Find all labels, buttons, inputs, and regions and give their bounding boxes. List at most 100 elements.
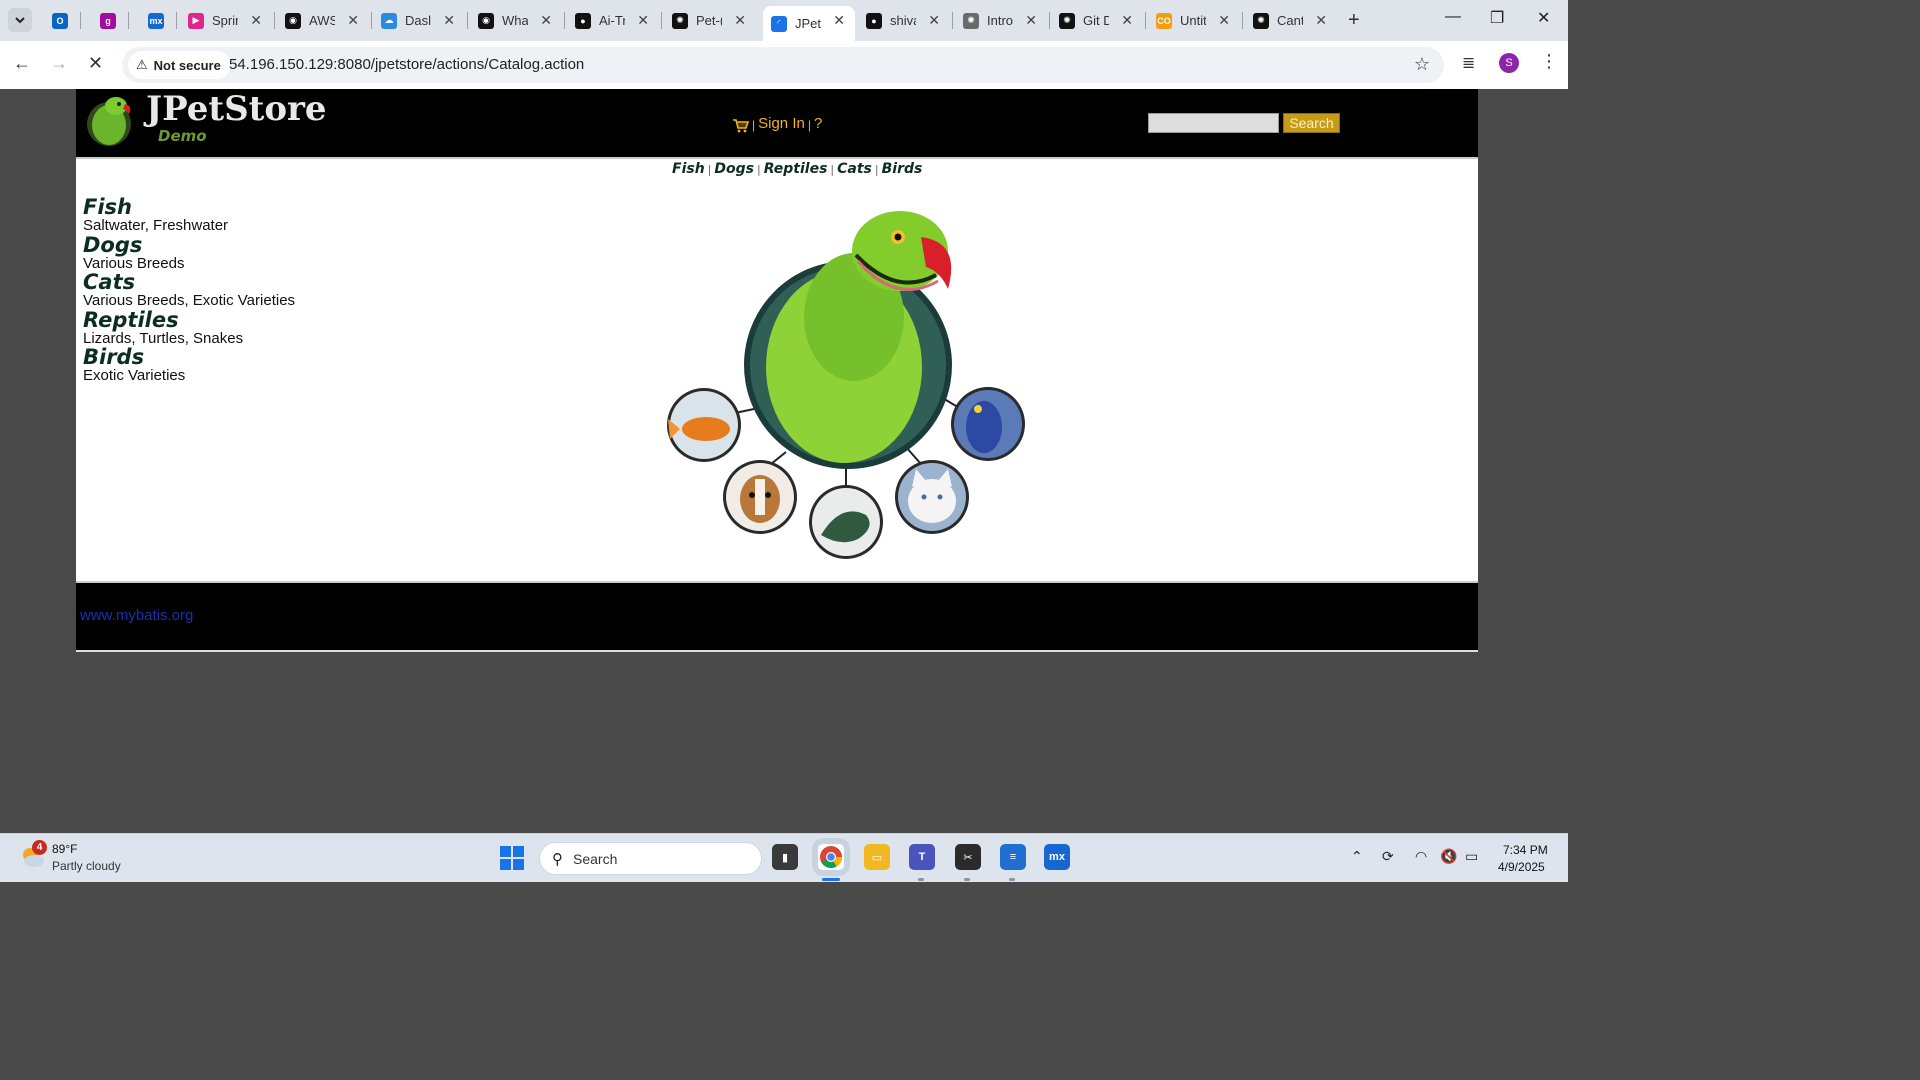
teams-icon[interactable]: T bbox=[909, 844, 935, 870]
forward-arrow-icon[interactable]: → bbox=[50, 53, 68, 74]
browser-tab[interactable]: ◉ AWS ✕ bbox=[277, 6, 369, 35]
menu-separator: | bbox=[752, 118, 756, 132]
close-tab-icon[interactable]: ✕ bbox=[250, 13, 262, 27]
close-tab-icon[interactable]: ✕ bbox=[928, 13, 940, 27]
close-tab-icon[interactable]: ✕ bbox=[833, 13, 845, 27]
bookmark-star-icon[interactable]: ☆ bbox=[1414, 54, 1430, 75]
logo-title[interactable]: JPetStore bbox=[146, 89, 327, 129]
category-sidebar: Fish Saltwater, Freshwater Dogs Various Bre… bbox=[83, 196, 295, 384]
browser-tab[interactable]: ◉ Wha ✕ bbox=[470, 6, 562, 35]
clock-time[interactable]: 7:34 PM bbox=[1503, 843, 1548, 857]
wifi-icon[interactable]: ◠ bbox=[1415, 848, 1427, 865]
shopping-cart-icon[interactable] bbox=[733, 119, 749, 133]
weather-condition[interactable]: Partly cloudy bbox=[52, 859, 121, 873]
close-tab-icon[interactable]: ✕ bbox=[637, 13, 649, 27]
windows-start-icon[interactable] bbox=[500, 846, 524, 870]
battery-icon[interactable]: ▭ bbox=[1465, 848, 1478, 865]
chatgpt-icon: ✺ bbox=[672, 12, 688, 29]
search-input[interactable] bbox=[1148, 113, 1279, 133]
chatgpt-icon: ✺ bbox=[963, 12, 979, 29]
browser-tab[interactable]: ✺ Pet-(✕ bbox=[664, 6, 756, 35]
sync-icon[interactable]: ⟳ bbox=[1382, 848, 1394, 865]
media-queue-icon[interactable]: ≣ bbox=[1462, 53, 1475, 73]
quicklink-dogs[interactable]: Dogs bbox=[714, 161, 754, 177]
category-item: Dogs Various Breeds bbox=[83, 234, 295, 272]
eye-icon: ◉ bbox=[478, 12, 494, 29]
snipping-tool-icon[interactable]: ✂ bbox=[955, 844, 981, 870]
browser-tab[interactable]: CO Untit ✕ bbox=[1148, 6, 1240, 35]
tab-separator bbox=[564, 12, 565, 29]
tab-separator bbox=[1145, 12, 1146, 29]
close-tab-icon[interactable]: ✕ bbox=[540, 13, 552, 27]
category-link-dogs[interactable]: Dogs bbox=[83, 234, 295, 256]
chrome-icon[interactable] bbox=[818, 844, 844, 870]
tab-title: Dasl bbox=[405, 13, 431, 28]
sign-in-link[interactable]: Sign In bbox=[758, 115, 805, 132]
search-icon: ⚲ bbox=[552, 850, 563, 868]
close-window-icon[interactable]: ✕ bbox=[1537, 8, 1550, 28]
restore-icon[interactable]: ❐ bbox=[1490, 8, 1504, 28]
browser-tab[interactable]: ● shiva ✕ bbox=[858, 6, 950, 35]
quicklink-fish[interactable]: Fish bbox=[672, 161, 705, 177]
new-tab-button[interactable]: + bbox=[1348, 9, 1360, 31]
profile-avatar[interactable]: S bbox=[1499, 53, 1519, 73]
category-link-fish[interactable]: Fish bbox=[83, 196, 295, 218]
browser-tab[interactable]: ✺ Cant ✕ bbox=[1245, 6, 1337, 35]
close-tab-icon[interactable]: ✕ bbox=[1121, 13, 1133, 27]
notepad-icon[interactable]: ≡ bbox=[1000, 844, 1026, 870]
file-explorer-icon[interactable]: ▭ bbox=[864, 844, 890, 870]
site-info-chip[interactable]: ⚠ Not secure bbox=[128, 51, 231, 79]
mybatis-link[interactable]: www.mybatis.org bbox=[80, 607, 193, 624]
category-link-reptiles[interactable]: Reptiles bbox=[83, 309, 295, 331]
browser-tab[interactable]: ☁ Dasl ✕ bbox=[373, 6, 465, 35]
tab-separator bbox=[1242, 12, 1243, 29]
browser-tab[interactable]: mx bbox=[140, 6, 174, 35]
parrot-logo-icon[interactable] bbox=[85, 92, 137, 148]
close-tab-icon[interactable]: ✕ bbox=[347, 13, 359, 27]
search-button[interactable]: Search bbox=[1283, 113, 1340, 133]
cloud-icon: ☁ bbox=[381, 12, 397, 29]
clock-date[interactable]: 4/9/2025 bbox=[1498, 860, 1545, 874]
quicklink-cats[interactable]: Cats bbox=[837, 161, 872, 177]
logo-subtitle: Demo bbox=[158, 127, 207, 145]
tab-separator bbox=[274, 12, 275, 29]
category-link-cats[interactable]: Cats bbox=[83, 271, 295, 293]
browser-tab[interactable]: ▶ Sprir ✕ bbox=[180, 6, 272, 35]
main-content: Fish | Dogs | Reptiles | Cats | Birds Fish Saltwa… bbox=[76, 157, 1478, 581]
browser-tab[interactable]: ● Ai-Tr ✕ bbox=[567, 6, 659, 35]
quicklink-reptiles[interactable]: Reptiles bbox=[764, 161, 828, 177]
category-link-birds[interactable]: Birds bbox=[83, 346, 295, 368]
streamlit-icon: ▶ bbox=[188, 12, 204, 29]
speaker-muted-icon[interactable]: 🔇 bbox=[1440, 848, 1457, 865]
browser-tab[interactable]: O bbox=[44, 6, 78, 35]
chevron-up-icon[interactable]: ⌃ bbox=[1351, 848, 1363, 865]
store-footer: www.mybatis.org bbox=[76, 581, 1478, 652]
back-arrow-icon[interactable]: ← bbox=[13, 53, 31, 74]
close-tab-icon[interactable]: ✕ bbox=[443, 13, 455, 27]
close-tab-icon[interactable]: ✕ bbox=[1025, 13, 1037, 27]
tab-separator bbox=[1049, 12, 1050, 29]
taskbar-search-box[interactable]: ⚲ Search bbox=[539, 842, 762, 875]
close-tab-icon[interactable]: ✕ bbox=[1218, 13, 1230, 27]
tab-title: shiva bbox=[890, 13, 916, 28]
weather-temperature[interactable]: 89°F bbox=[52, 842, 77, 856]
close-tab-icon[interactable]: ✕ bbox=[1315, 13, 1327, 27]
browser-tab[interactable]: ✺ Git D ✕ bbox=[1051, 6, 1143, 35]
tab-separator bbox=[371, 12, 372, 29]
mx-app-icon[interactable]: mx bbox=[1044, 844, 1070, 870]
browser-tab[interactable]: ✺ Intro ✕ bbox=[955, 6, 1047, 35]
quicklink-separator: | bbox=[707, 162, 712, 176]
minimize-icon[interactable]: — bbox=[1445, 8, 1461, 26]
address-bar[interactable]: ⚠ Not secure 54.196.150.129:8080/jpetsto… bbox=[122, 47, 1444, 83]
tab-search-button[interactable] bbox=[8, 8, 32, 32]
close-tab-icon[interactable]: ✕ bbox=[734, 13, 746, 27]
header-menu: | Sign In | ? bbox=[733, 113, 822, 133]
browser-tab[interactable]: ◜ JPet ✕ bbox=[763, 6, 855, 41]
url-text[interactable]: 54.196.150.129:8080/jpetstore/actions/Ca… bbox=[229, 56, 584, 73]
task-view-icon[interactable]: ▮ bbox=[772, 844, 798, 870]
browser-menu-icon[interactable]: ⋮ bbox=[1540, 51, 1558, 72]
help-link[interactable]: ? bbox=[814, 115, 822, 132]
stop-loading-icon[interactable]: ✕ bbox=[88, 53, 103, 74]
browser-tab[interactable]: g bbox=[92, 6, 126, 35]
quicklink-birds[interactable]: Birds bbox=[882, 161, 923, 177]
